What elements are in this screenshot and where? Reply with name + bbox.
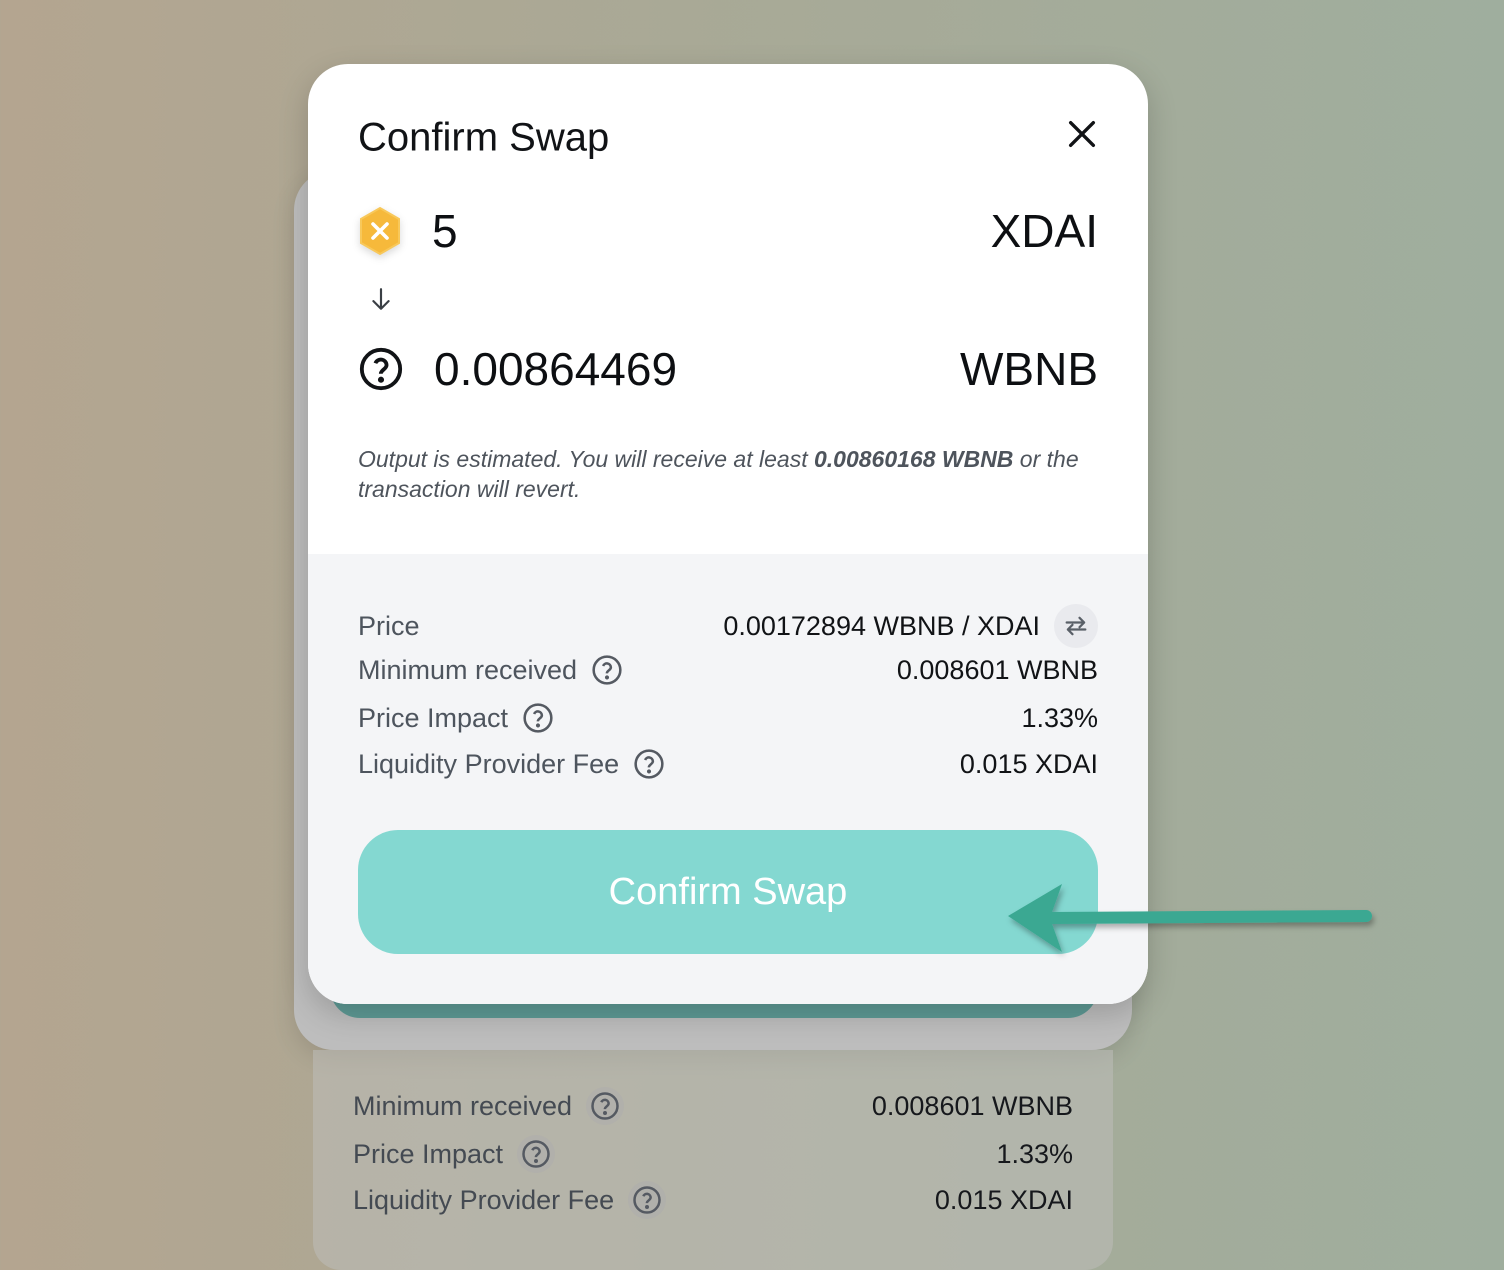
confirm-swap-modal: Confirm Swap 5 XDAI 0.00864469 WBNB Outp… <box>308 64 1148 1004</box>
lp-fee-label: Liquidity Provider Fee <box>358 748 620 779</box>
price-impact-value: 1.33% <box>1021 702 1098 733</box>
input-token-row: 5 XDAI <box>358 196 1098 266</box>
unknown-token-icon <box>358 346 404 392</box>
bg-row-price-impact: Price Impact 1.33% <box>353 1134 1073 1174</box>
output-symbol: WBNB <box>960 343 1098 395</box>
help-icon <box>517 1135 556 1173</box>
input-symbol: XDAI <box>990 205 1098 257</box>
output-token-row: 0.00864469 WBNB <box>358 334 1098 404</box>
estimate-prefix: Output is estimated. You will receive at… <box>358 446 814 472</box>
help-icon[interactable] <box>633 748 665 780</box>
bg-price-impact-label: Price Impact <box>353 1138 504 1169</box>
arrow-down-icon <box>372 288 390 310</box>
bg-minimum-received-label: Minimum received <box>353 1090 573 1121</box>
swap-arrows-icon <box>1065 616 1087 636</box>
help-icon[interactable] <box>591 654 623 686</box>
help-icon <box>628 1181 667 1219</box>
output-amount: 0.00864469 <box>434 343 678 395</box>
estimate-note: Output is estimated. You will receive at… <box>358 444 1108 504</box>
modal-title: Confirm Swap <box>358 115 610 160</box>
help-icon <box>586 1087 625 1125</box>
price-impact-row: Price Impact 1.33% <box>358 696 1098 740</box>
price-value: 0.00172894 WBNB / XDAI <box>723 610 1040 641</box>
swap-details-panel: Price 0.00172894 WBNB / XDAI Minimum rec… <box>308 554 1148 1004</box>
bg-row-lp-fee: Liquidity Provider Fee 0.015 XDAI <box>353 1180 1073 1220</box>
bg-price-impact-value: 1.33% <box>996 1138 1073 1169</box>
lp-fee-value: 0.015 XDAI <box>959 748 1098 779</box>
background-details-panel: Minimum received 0.008601 WBNB Price Imp… <box>313 1050 1113 1270</box>
price-row: Price 0.00172894 WBNB / XDAI <box>358 604 1098 648</box>
min-received-value: 0.008601 WBNB <box>896 654 1098 685</box>
estimate-min-amount: 0.00860168 WBNB <box>813 446 1014 472</box>
close-icon <box>1068 120 1096 148</box>
confirm-swap-button[interactable]: Confirm Swap <box>358 830 1098 954</box>
xdai-token-icon <box>358 206 402 256</box>
price-label: Price <box>358 610 420 641</box>
bg-lp-fee-value: 0.015 XDAI <box>934 1184 1073 1215</box>
help-icon[interactable] <box>522 702 554 734</box>
lp-fee-row: Liquidity Provider Fee 0.015 XDAI <box>358 742 1098 786</box>
bg-minimum-received-value: 0.008601 WBNB <box>871 1090 1073 1121</box>
input-amount: 5 <box>432 205 458 257</box>
min-received-row: Minimum received 0.008601 WBNB <box>358 648 1098 692</box>
bg-row-minimum-received: Minimum received 0.008601 WBNB <box>353 1086 1073 1126</box>
close-button[interactable] <box>1062 114 1102 154</box>
invert-price-button[interactable] <box>1054 604 1098 648</box>
price-impact-label: Price Impact <box>358 702 509 733</box>
bg-lp-fee-label: Liquidity Provider Fee <box>353 1184 615 1215</box>
min-received-label: Minimum received <box>358 654 578 685</box>
